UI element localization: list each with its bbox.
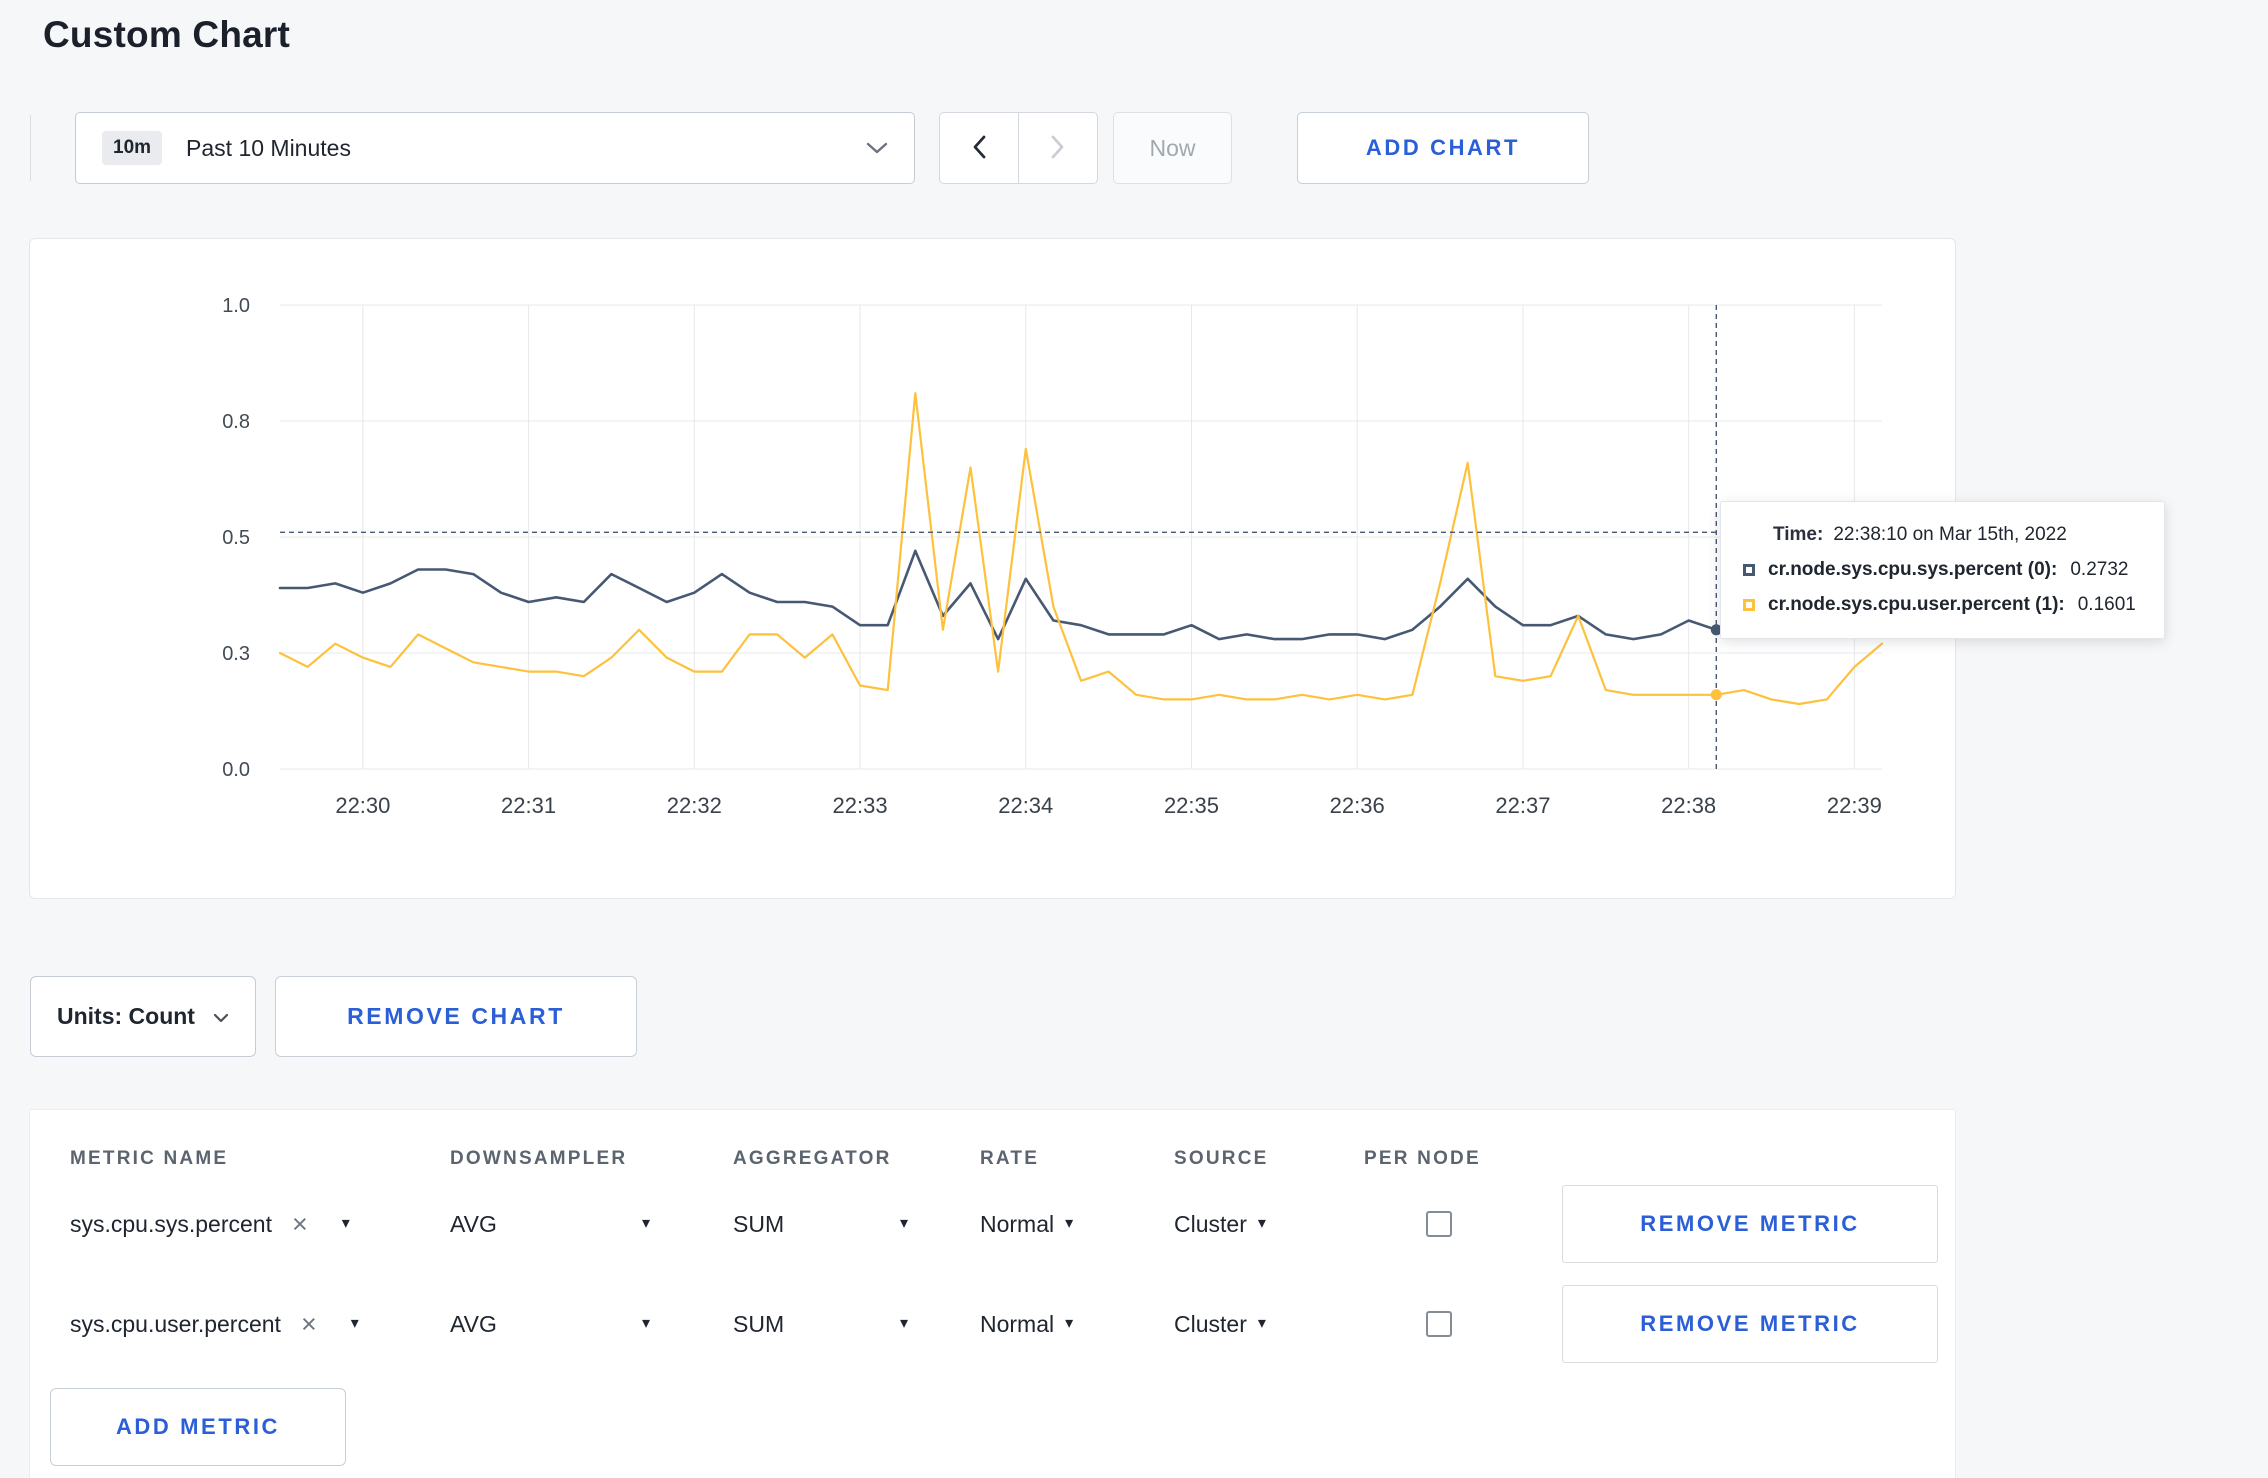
custom-chart-page: Custom Chart 10m Past 10 Minutes Now ADD… (0, 14, 2268, 1478)
add-chart-button[interactable]: ADD CHART (1297, 112, 1589, 184)
caret-down-icon: ▾ (1065, 1315, 1074, 1332)
units-select[interactable]: Units: Count (30, 976, 256, 1057)
x-tick-label: 22:30 (335, 793, 390, 818)
clear-metric-icon[interactable]: × (292, 1210, 308, 1238)
aggregator-select[interactable]: SUM ▾ (733, 1211, 908, 1238)
col-header-aggregator: AGGREGATOR (733, 1148, 892, 1169)
downsampler-select[interactable]: AVG ▾ (450, 1311, 650, 1338)
page-title: Custom Chart (43, 14, 291, 55)
caret-down-icon: ▾ (1065, 1215, 1074, 1232)
series-swatch-user-icon (1743, 599, 1755, 611)
metric-name-select[interactable]: sys.cpu.user.percent × ▾ (70, 1310, 450, 1338)
col-header-per-node: PER NODE (1364, 1148, 1481, 1169)
table-row: sys.cpu.user.percent × ▾ AVG ▾ SUM ▾ Nor… (30, 1278, 1955, 1370)
remove-chart-button[interactable]: REMOVE CHART (274, 976, 637, 1057)
source-select[interactable]: Cluster ▾ (1174, 1311, 1364, 1338)
add-metric-button[interactable]: ADD METRIC (50, 1388, 346, 1466)
tooltip-series-value: 0.2732 (2070, 559, 2129, 580)
crosshair-dot (1710, 689, 1722, 701)
time-range-label: Past 10 Minutes (186, 134, 351, 161)
x-tick-label: 22:36 (1330, 793, 1385, 818)
table-row: sys.cpu.sys.percent × ▾ AVG ▾ SUM ▾ Norm… (30, 1178, 1955, 1270)
units-label: Units: Count (57, 1003, 195, 1029)
aggregator-select[interactable]: SUM ▾ (733, 1311, 908, 1338)
col-header-downsampler: DOWNSAMPLER (450, 1148, 628, 1169)
next-range-button[interactable] (1018, 112, 1098, 184)
tooltip-time-label: Time: (1773, 524, 1824, 545)
metric-name-select[interactable]: sys.cpu.sys.percent × ▾ (70, 1210, 450, 1238)
chevron-right-icon (1050, 134, 1066, 163)
chart-tooltip: Time: 22:38:10 on Mar 15th, 2022 cr.node.… (1720, 501, 2165, 639)
prev-range-button[interactable] (939, 112, 1019, 184)
per-node-checkbox[interactable] (1426, 1211, 1452, 1237)
x-tick-label: 22:33 (833, 793, 888, 818)
tooltip-series-label: cr.node.sys.cpu.user.percent (1): (1768, 594, 2065, 615)
col-header-rate: RATE (980, 1148, 1040, 1169)
caret-down-icon[interactable]: ▾ (342, 1216, 350, 1232)
x-tick-label: 22:35 (1164, 793, 1219, 818)
caret-down-icon: ▾ (899, 1215, 908, 1232)
tooltip-series-row: cr.node.sys.cpu.sys.percent (0): 0.2732 (1743, 559, 2136, 581)
source-value: Cluster (1174, 1210, 1247, 1237)
caret-down-icon: ▾ (1257, 1315, 1266, 1332)
chart-plot[interactable]: 0.0 0.3 0.5 0.8 1.0 22:30 22:31 22:32 22:33 22:34… (30, 239, 1955, 898)
downsampler-select[interactable]: AVG ▾ (450, 1211, 650, 1238)
rate-select[interactable]: Normal ▾ (980, 1211, 1174, 1238)
x-tick-label: 22:39 (1827, 793, 1882, 818)
metric-name-value: sys.cpu.sys.percent (70, 1210, 272, 1237)
downsampler-value: AVG (450, 1210, 497, 1237)
tooltip-time-row: Time: 22:38:10 on Mar 15th, 2022 (1743, 524, 2136, 546)
toolbar: 10m Past 10 Minutes Now ADD CHART (30, 112, 2268, 184)
remove-metric-button[interactable]: REMOVE METRIC (1562, 1285, 1938, 1363)
x-tick-label: 22:34 (998, 793, 1053, 818)
source-select[interactable]: Cluster ▾ (1174, 1211, 1364, 1238)
rate-select[interactable]: Normal ▾ (980, 1311, 1174, 1338)
downsampler-value: AVG (450, 1310, 497, 1337)
time-nav-group (939, 112, 1098, 184)
chevron-down-icon (213, 1003, 229, 1030)
toolbar-divider (30, 115, 31, 181)
clear-metric-icon[interactable]: × (301, 1310, 317, 1338)
remove-metric-button[interactable]: REMOVE METRIC (1562, 1185, 1938, 1263)
col-header-source: SOURCE (1174, 1148, 1269, 1169)
col-header-metric-name: METRIC NAME (70, 1148, 229, 1169)
time-range-badge: 10m (102, 131, 163, 165)
caret-down-icon[interactable]: ▾ (351, 1316, 359, 1332)
metric-name-value: sys.cpu.user.percent (70, 1310, 281, 1337)
metrics-table: METRIC NAME DOWNSAMPLER AGGREGATOR RATE … (29, 1109, 1956, 1478)
chevron-down-icon (866, 141, 888, 155)
time-range-select[interactable]: 10m Past 10 Minutes (75, 112, 915, 184)
x-tick-label: 22:38 (1661, 793, 1716, 818)
tooltip-time-value: 22:38:10 on Mar 15th, 2022 (1833, 524, 2067, 545)
caret-down-icon: ▾ (1257, 1215, 1266, 1232)
x-tick-label: 22:32 (667, 793, 722, 818)
aggregator-value: SUM (733, 1210, 785, 1237)
aggregator-value: SUM (733, 1310, 785, 1337)
rate-value: Normal (980, 1310, 1055, 1337)
now-button[interactable]: Now (1113, 112, 1232, 184)
y-tick-label: 0.5 (222, 527, 250, 549)
caret-down-icon: ▾ (641, 1215, 650, 1232)
rate-value: Normal (980, 1210, 1055, 1237)
units-row: Units: Count REMOVE CHART (30, 976, 2268, 1057)
per-node-checkbox[interactable] (1426, 1311, 1452, 1337)
series-swatch-sys-icon (1743, 564, 1755, 576)
source-value: Cluster (1174, 1310, 1247, 1337)
tooltip-series-value: 0.1601 (2077, 594, 2136, 615)
y-tick-label: 0.8 (222, 411, 250, 433)
chart-card: 0.0 0.3 0.5 0.8 1.0 22:30 22:31 22:32 22:33 22:34… (29, 238, 2165, 899)
y-tick-label: 1.0 (222, 295, 250, 317)
y-tick-label: 0.0 (222, 759, 250, 781)
caret-down-icon: ▾ (899, 1315, 908, 1332)
caret-down-icon: ▾ (641, 1315, 650, 1332)
tooltip-series-label: cr.node.sys.cpu.sys.percent (0): (1768, 559, 2058, 580)
y-tick-label: 0.3 (222, 643, 250, 665)
chevron-left-icon (971, 134, 987, 163)
tooltip-series-row: cr.node.sys.cpu.user.percent (1): 0.1601 (1743, 594, 2136, 616)
series-line-1 (278, 392, 1884, 706)
metrics-table-header: METRIC NAME DOWNSAMPLER AGGREGATOR RATE … (30, 1110, 1955, 1170)
series-line-0 (278, 549, 1884, 641)
x-tick-label: 22:37 (1495, 793, 1550, 818)
x-tick-label: 22:31 (501, 793, 556, 818)
